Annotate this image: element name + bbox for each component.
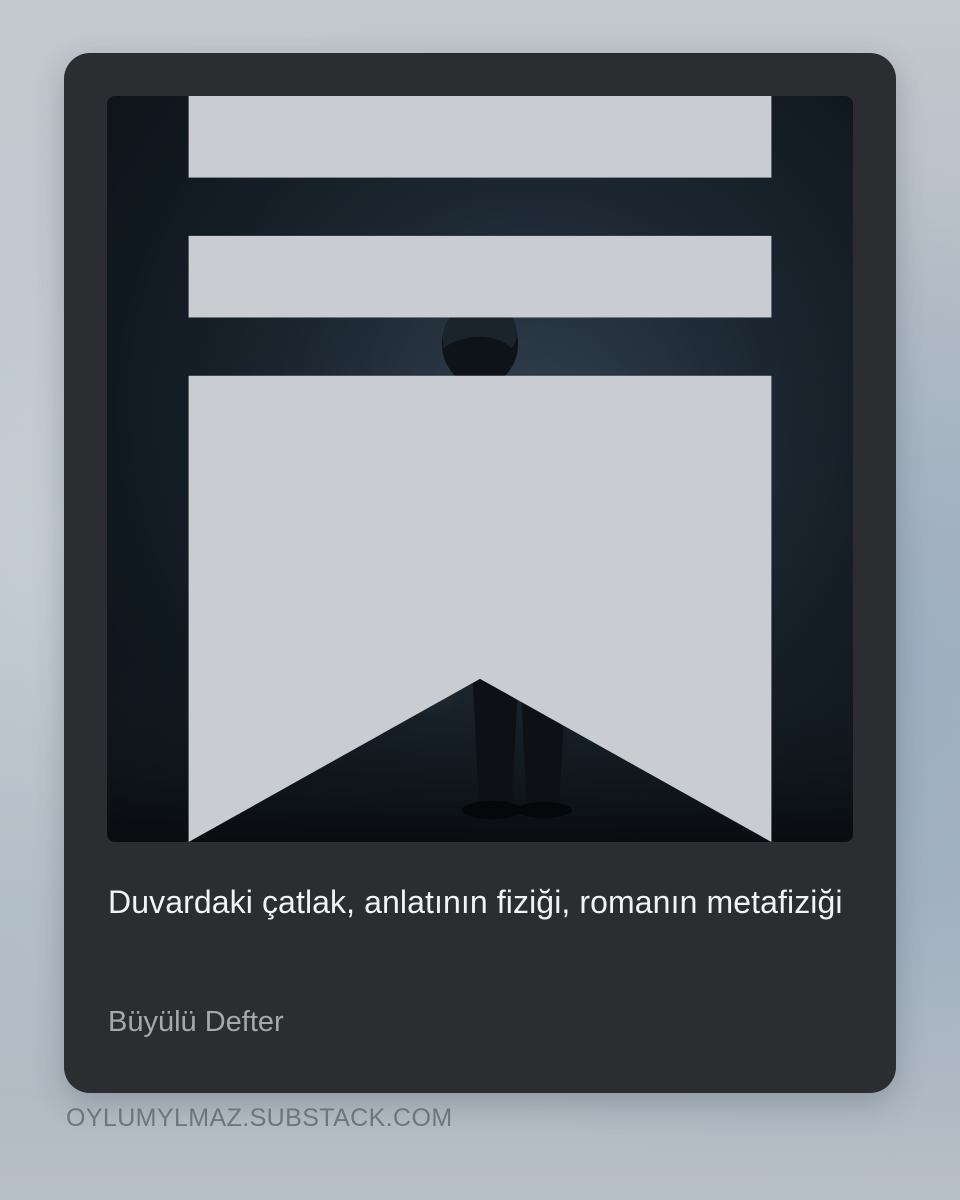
- post-card[interactable]: Duvardaki çatlak, anlatının fiziği, roma…: [64, 53, 896, 1093]
- substack-bookmark-icon: [188, 96, 772, 842]
- post-title[interactable]: Duvardaki çatlak, anlatının fiziği, roma…: [108, 879, 848, 925]
- source-url[interactable]: OYLUMYLMAZ.SUBSTACK.COM: [66, 1102, 453, 1134]
- cover-image[interactable]: [107, 96, 853, 842]
- publication-name[interactable]: Büyülü Defter: [108, 1004, 284, 1040]
